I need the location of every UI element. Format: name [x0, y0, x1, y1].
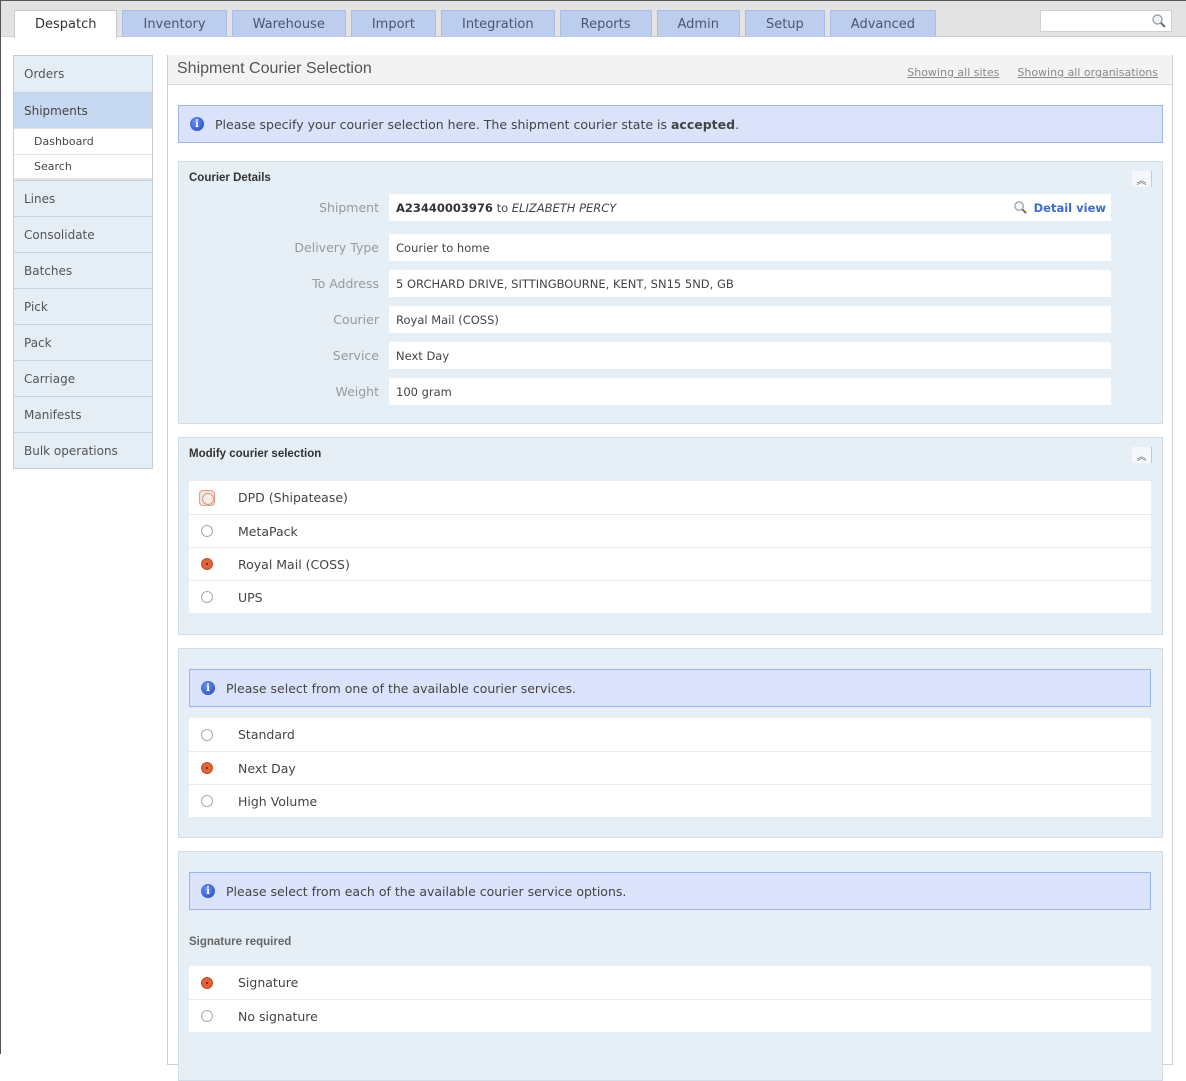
service-radio-group: Standard Next Day High Volume — [189, 718, 1151, 817]
sidebar-item-pack[interactable]: Pack — [14, 324, 152, 360]
radio-button-checked[interactable] — [201, 558, 213, 570]
main-tabs: Despatch Inventory Warehouse Import Inte… — [14, 10, 941, 38]
tab-import[interactable]: Import — [350, 10, 436, 37]
signature-group-title: Signature required — [189, 936, 292, 948]
service-option-next-day[interactable]: Next Day — [189, 751, 1151, 784]
sidebar-item-batches[interactable]: Batches — [14, 252, 152, 288]
sidebar-item-orders[interactable]: Orders — [14, 56, 152, 92]
sidebar-item-lines[interactable]: Lines — [14, 180, 152, 216]
radio-button[interactable] — [201, 1010, 213, 1022]
panel-title: Modify courier selection — [189, 448, 322, 460]
sidebar-item-carriage[interactable]: Carriage — [14, 360, 152, 396]
field-value: A23440003976 to ELIZABETH PERCY Detail v… — [389, 194, 1111, 221]
field-shipment: Shipment A23440003976 to ELIZABETH PERCY… — [179, 194, 1162, 221]
detail-view-link[interactable]: Detail view — [1013, 200, 1106, 215]
field-to-address: To Address 5 ORCHARD DRIVE, SITTINGBOURN… — [179, 270, 1162, 297]
info-text: Please specify your courier selection he… — [215, 116, 740, 132]
radio-button[interactable] — [199, 489, 215, 506]
courier-option-royal-mail[interactable]: Royal Mail (COSS) — [189, 547, 1151, 580]
search-input[interactable] — [1041, 11, 1149, 31]
sidebar-subitem-dashboard[interactable]: Dashboard — [14, 128, 152, 154]
global-search — [1040, 10, 1172, 32]
tab-despatch[interactable]: Despatch — [14, 10, 118, 38]
page-header: Shipment Courier Selection Showing all s… — [168, 55, 1172, 85]
courier-option-dpd[interactable]: DPD (Shipatease) — [189, 481, 1151, 514]
radio-button[interactable] — [201, 795, 213, 807]
info-icon: i — [201, 884, 215, 898]
info-icon: i — [190, 117, 204, 131]
courier-state: accepted — [670, 116, 736, 132]
sidebar: Orders Shipments Dashboard Search Lines … — [13, 55, 153, 469]
signature-option-signature[interactable]: Signature — [189, 966, 1151, 999]
sidebar-item-shipments[interactable]: Shipments — [14, 92, 152, 128]
service-option-standard[interactable]: Standard — [189, 718, 1151, 751]
magnifier-icon — [1013, 201, 1027, 214]
service-options-info: i Please select from each of the availab… — [189, 872, 1151, 910]
tab-reports[interactable]: Reports — [559, 10, 652, 37]
services-info: i Please select from one of the availabl… — [189, 669, 1151, 707]
tab-inventory[interactable]: Inventory — [122, 10, 227, 37]
sidebar-subitem-search[interactable]: Search — [14, 154, 152, 180]
showing-all-organisations-link[interactable]: Showing all organisations — [1017, 66, 1158, 79]
field-delivery-type: Delivery Type Courier to home — [179, 234, 1162, 261]
tab-setup[interactable]: Setup — [744, 10, 825, 37]
tab-admin[interactable]: Admin — [656, 10, 740, 37]
radio-button-checked[interactable] — [201, 762, 213, 774]
courier-state-info: i Please specify your courier selection … — [178, 105, 1163, 143]
info-icon: i — [201, 681, 215, 695]
sidebar-item-pick[interactable]: Pick — [14, 288, 152, 324]
service-option-high-volume[interactable]: High Volume — [189, 784, 1151, 817]
sidebar-item-bulk-operations[interactable]: Bulk operations — [14, 432, 152, 468]
panel-title: Courier Details — [189, 172, 271, 184]
sidebar-item-manifests[interactable]: Manifests — [14, 396, 152, 432]
tab-integration[interactable]: Integration — [440, 10, 555, 37]
courier-option-ups[interactable]: UPS — [189, 580, 1151, 613]
tab-warehouse[interactable]: Warehouse — [231, 10, 346, 37]
top-navigation-bar: Despatch Inventory Warehouse Import Inte… — [1, 1, 1186, 38]
modify-courier-panel: Modify courier selection ︽ DPD (Shipatea… — [178, 437, 1163, 635]
sidebar-item-consolidate[interactable]: Consolidate — [14, 216, 152, 252]
radio-button[interactable] — [201, 525, 213, 537]
signature-radio-group: Signature No signature — [189, 966, 1151, 1032]
showing-all-sites-link[interactable]: Showing all sites — [907, 66, 999, 79]
field-courier: Courier Royal Mail (COSS) — [179, 306, 1162, 333]
double-chevron-up-icon[interactable]: ︽ — [1132, 447, 1152, 463]
signature-option-no-signature[interactable]: No signature — [189, 999, 1151, 1032]
field-weight: Weight 100 gram — [179, 378, 1162, 405]
search-icon[interactable] — [1151, 13, 1167, 32]
courier-details-panel: Courier Details ︽ Shipment A23440003976 … — [178, 161, 1163, 424]
courier-radio-group: DPD (Shipatease) MetaPack Royal Mail (CO… — [189, 481, 1151, 613]
shipment-id: A23440003976 — [396, 200, 493, 215]
page-title: Shipment Courier Selection — [177, 60, 372, 77]
radio-button-checked[interactable] — [201, 976, 213, 989]
radio-button[interactable] — [201, 591, 213, 603]
courier-services-panel: i Please select from one of the availabl… — [178, 648, 1163, 838]
field-label: Shipment — [319, 200, 379, 215]
main-content: Shipment Courier Selection Showing all s… — [167, 55, 1173, 1081]
courier-option-metapack[interactable]: MetaPack — [189, 514, 1151, 547]
recipient-name: ELIZABETH PERCY — [511, 200, 617, 215]
field-service: Service Next Day — [179, 342, 1162, 369]
double-chevron-up-icon[interactable]: ︽ — [1132, 171, 1152, 187]
service-options-panel: i Please select from each of the availab… — [178, 851, 1163, 1081]
radio-button[interactable] — [201, 728, 213, 741]
tab-advanced[interactable]: Advanced — [829, 10, 936, 37]
